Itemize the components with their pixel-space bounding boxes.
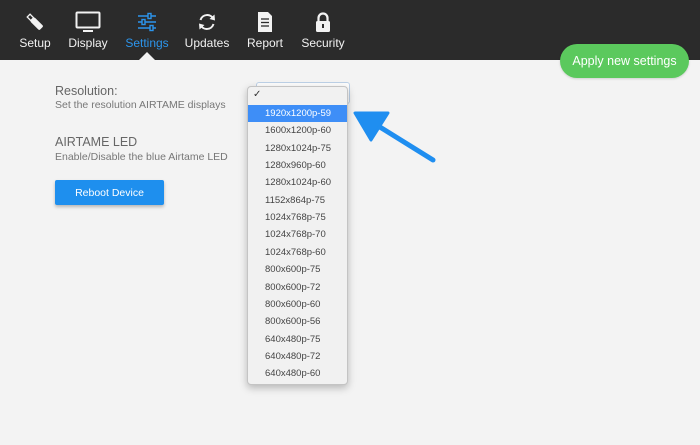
dropdown-option[interactable]: 800x600p-75 (248, 261, 347, 278)
nav-label: Display (68, 36, 108, 50)
dropdown-option[interactable]: 800x600p-72 (248, 279, 347, 296)
check-mark-icon: ✓ (253, 89, 262, 100)
resolution-description: Set the resolution AIRTAME displays (55, 99, 226, 111)
nav-item-security[interactable]: Security (301, 0, 345, 60)
led-description: Enable/Disable the blue Airtame LED (55, 151, 228, 163)
dropdown-option[interactable]: 640x480p-75 (248, 331, 347, 348)
apply-new-settings-button[interactable]: Apply new settings (560, 44, 689, 78)
dropdown-option[interactable]: 800x600p-56 (248, 313, 347, 330)
dropdown-option[interactable]: 1280x1024p-60 (248, 174, 347, 191)
dropdown-option[interactable]: 1024x768p-75 (248, 209, 347, 226)
nav-item-setup[interactable]: Setup (17, 0, 53, 60)
dropdown-option[interactable]: 800x600p-60 (248, 296, 347, 313)
dropdown-option[interactable]: 640x480p-60 (248, 365, 347, 382)
resolution-title: Resolution: (55, 84, 118, 98)
nav-label: Settings (125, 36, 169, 50)
lock-icon (314, 10, 332, 34)
reboot-device-button[interactable]: Reboot Device (55, 180, 164, 205)
nav-item-report[interactable]: Report (246, 0, 284, 60)
dropdown-option[interactable]: 1280x1024p-75 (248, 140, 347, 157)
usb-stick-icon (23, 10, 47, 34)
dropdown-option[interactable]: 640x480p-72 (248, 348, 347, 365)
resolution-dropdown-list: ✓ 1920x1200p-59 1600x1200p-60 1280x1024p-7… (247, 86, 348, 385)
nav-item-display[interactable]: Display (68, 0, 108, 60)
monitor-icon (75, 10, 101, 34)
active-tab-caret (139, 52, 155, 60)
refresh-icon (196, 10, 218, 34)
nav-item-settings[interactable]: Settings (124, 0, 170, 60)
document-icon (256, 10, 274, 34)
dropdown-option[interactable]: 1024x768p-70 (248, 226, 347, 243)
dropdown-option[interactable]: 1600x1200p-60 (248, 122, 347, 139)
nav-label: Report (246, 36, 284, 50)
nav-label: Updates (184, 36, 230, 50)
dropdown-option[interactable]: 1024x768p-60 (248, 244, 347, 261)
nav-label: Security (301, 36, 345, 50)
led-title: AIRTAME LED (55, 135, 138, 149)
sliders-icon (136, 10, 158, 34)
dropdown-option[interactable]: 1920x1200p-59 (248, 105, 347, 122)
dropdown-option[interactable]: 1152x864p-75 (248, 192, 347, 209)
dropdown-option[interactable]: 1280x960p-60 (248, 157, 347, 174)
nav-item-updates[interactable]: Updates (185, 0, 229, 60)
nav-label: Setup (19, 36, 51, 50)
